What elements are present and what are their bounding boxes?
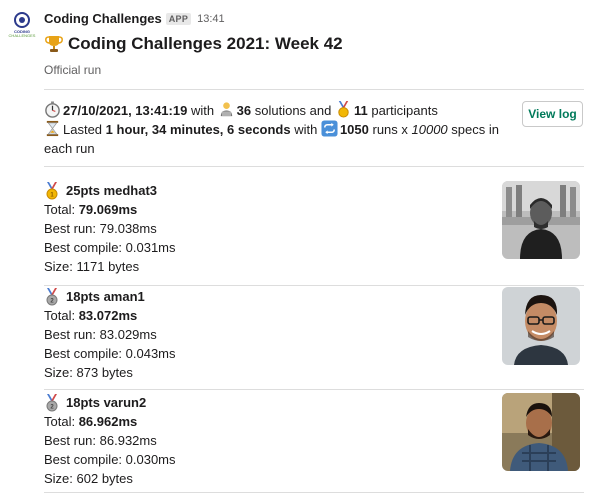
hourglass-icon xyxy=(46,120,59,137)
specs-count: 10000 xyxy=(411,122,448,137)
entry-size: Size: 602 bytes xyxy=(44,471,133,486)
first-place-medal-icon: 1 xyxy=(46,181,58,199)
summary-with-text-2: with xyxy=(290,122,321,137)
total-label: Total: xyxy=(44,414,79,429)
entry-size: Size: 1171 bytes xyxy=(44,259,140,274)
divider xyxy=(44,166,584,167)
stopwatch-icon xyxy=(45,101,60,118)
participants-count: 11 xyxy=(353,103,368,118)
technologist-icon xyxy=(220,102,232,117)
total-label: Total: xyxy=(44,308,79,323)
total-value: 79.069ms xyxy=(78,202,138,217)
run-summary: 27/10/2021, 13:41:19 with 36 solutions a… xyxy=(44,101,514,158)
entry-points-user: 25pts medhat3 xyxy=(66,183,158,198)
summary-with-text: with xyxy=(187,103,218,118)
first-place-medal-icon xyxy=(338,101,349,118)
coding-challenges-logo-icon xyxy=(14,12,30,28)
message-title-row: Coding Challenges 2021: Week 42 xyxy=(44,32,343,56)
user-photo-varun2[interactable] xyxy=(502,393,580,471)
solutions-text: solutions and xyxy=(251,103,335,118)
participants-text: participants xyxy=(367,103,438,118)
user-photo-aman1[interactable] xyxy=(502,287,580,365)
total-label: Total: xyxy=(44,202,79,217)
leaderboard-entry: 2 18pts varun2 Total: 86.962ms Best run:… xyxy=(44,393,584,488)
entry-points-user: 18pts aman1 xyxy=(66,289,145,304)
second-place-medal-icon: 2 xyxy=(46,287,58,305)
message-header: Coding Challenges APP 13:41 xyxy=(44,10,225,27)
total-value: 86.962ms xyxy=(78,414,138,429)
avatar-text-line2: CHALLENGES xyxy=(8,33,36,38)
solutions-count: 36 xyxy=(236,103,252,118)
entry-size: Size: 873 bytes xyxy=(44,365,133,380)
leaderboard-entry: 2 18pts aman1 Total: 83.072ms Best run: … xyxy=(44,287,584,382)
message-subtitle: Official run xyxy=(44,63,102,77)
user-photo-medhat3[interactable] xyxy=(502,181,580,259)
divider xyxy=(44,285,584,286)
view-log-button[interactable]: View log xyxy=(522,101,583,127)
second-place-medal-icon: 2 xyxy=(46,393,58,411)
divider xyxy=(44,492,584,493)
lasted-prefix: Lasted xyxy=(63,122,106,137)
divider xyxy=(44,389,584,390)
app-badge: APP xyxy=(165,12,192,25)
bot-avatar[interactable]: CODING CHALLENGES xyxy=(7,10,37,40)
leaderboard-entry: 1 25pts medhat3 Total: 79.069ms Best run… xyxy=(44,181,584,276)
entry-points-user: 18pts varun2 xyxy=(66,395,147,410)
message-timestamp[interactable]: 13:41 xyxy=(197,13,225,25)
runs-text: runs x xyxy=(368,122,412,137)
message-title: Coding Challenges 2021: Week 42 xyxy=(68,34,343,53)
trophy-icon xyxy=(45,36,63,52)
sender-name[interactable]: Coding Challenges xyxy=(44,11,162,26)
run-datetime: 27/10/2021, 13:41:19 xyxy=(63,103,188,118)
total-value: 83.072ms xyxy=(78,308,138,323)
divider xyxy=(44,89,584,90)
run-duration: 1 hour, 34 minutes, 6 seconds xyxy=(105,122,291,137)
repeat-icon xyxy=(321,120,338,137)
runs-count: 1050 xyxy=(339,122,369,137)
